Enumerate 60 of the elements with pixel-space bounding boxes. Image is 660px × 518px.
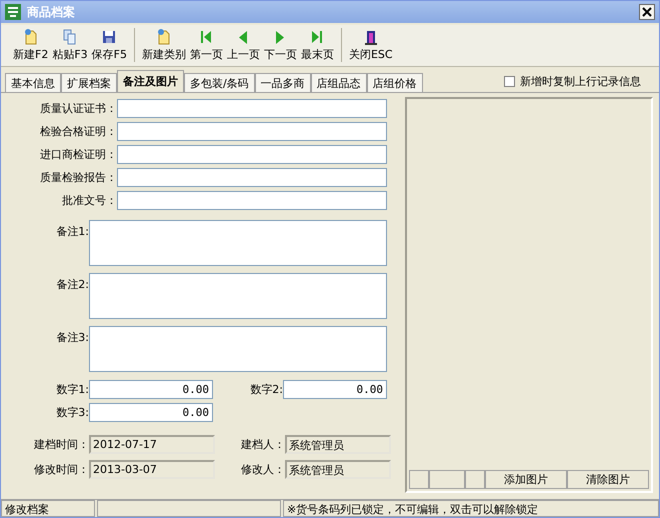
input-field[interactable]: 0.00: [283, 380, 387, 399]
read-only-field: 系统管理员: [285, 435, 391, 454]
toolbar-button[interactable]: 上一页: [224, 28, 262, 62]
field-label: 质量认证证书：: [39, 101, 117, 116]
toolbar-button[interactable]: 保存F5: [90, 28, 129, 62]
tab[interactable]: 多包装/条码: [184, 73, 255, 92]
tab[interactable]: 备注及图片: [117, 70, 184, 92]
read-only-field: 2012-07-17: [89, 435, 215, 454]
input-field[interactable]: [117, 122, 387, 141]
status-text: 修改档案: [1, 500, 95, 517]
toolbar-button[interactable]: 第一页: [188, 28, 225, 62]
input-field[interactable]: 0.00: [89, 380, 213, 399]
window-title: 商品档案: [27, 4, 76, 20]
empty-cell: [429, 470, 465, 489]
field-label: 修改人：: [240, 462, 285, 477]
toolbar-button[interactable]: 新建类别: [140, 28, 188, 62]
text-area[interactable]: [89, 326, 387, 372]
read-only-field: 2013-03-07: [89, 460, 215, 479]
toolbar-button[interactable]: 新建F2: [11, 28, 50, 62]
field-label: 建档时间：: [33, 437, 89, 452]
empty-cell: [409, 470, 429, 489]
checkbox-label: 新增时复制上行记录信息: [520, 74, 641, 88]
tab[interactable]: 扩展档案: [61, 73, 117, 92]
text-area[interactable]: [89, 273, 387, 319]
field-label: 进口商检证明：: [39, 147, 117, 162]
input-field[interactable]: [117, 191, 387, 210]
field-label: 数字2:: [249, 382, 283, 397]
toolbar-button[interactable]: 粘贴F3: [50, 28, 90, 62]
field-label: 数字1:: [55, 382, 89, 397]
tab[interactable]: 基本信息: [5, 73, 61, 92]
field-label: 建档人：: [240, 437, 285, 452]
input-field[interactable]: [117, 168, 387, 187]
app-icon: [5, 4, 21, 20]
field-label: 修改时间：: [33, 462, 89, 477]
field-label: 检验合格证明：: [39, 124, 117, 139]
close-icon: [642, 7, 652, 17]
status-message: ※货号条码列已锁定，不可编辑，双击可以解除锁定: [283, 500, 659, 517]
field-label: 批准文号：: [61, 193, 117, 208]
input-field[interactable]: [117, 145, 387, 164]
picture-button[interactable]: 清除图片: [567, 470, 649, 489]
text-area[interactable]: [89, 220, 387, 266]
input-field[interactable]: [117, 99, 387, 118]
picture-button[interactable]: 添加图片: [485, 470, 567, 489]
toolbar-button[interactable]: 关闭ESC: [346, 28, 395, 62]
field-label: 备注1:: [55, 224, 89, 239]
input-field[interactable]: 0.00: [89, 403, 213, 422]
field-label: 质量检验报告：: [39, 170, 117, 185]
previous-icon: [239, 31, 248, 44]
tab[interactable]: 店组品态: [310, 73, 367, 92]
checkbox[interactable]: [504, 76, 515, 86]
field-label: 数字3:: [55, 405, 89, 420]
next-icon: [276, 31, 284, 44]
field-label: 备注3:: [55, 330, 89, 345]
close-button[interactable]: [639, 4, 655, 20]
read-only-field: 系统管理员: [285, 460, 391, 479]
field-label: 备注2:: [55, 277, 89, 292]
tab[interactable]: 一品多商: [254, 73, 311, 92]
toolbar-button[interactable]: 最末页: [298, 28, 336, 62]
toolbar-button[interactable]: 下一页: [262, 28, 299, 62]
tab[interactable]: 店组价格: [366, 73, 423, 92]
